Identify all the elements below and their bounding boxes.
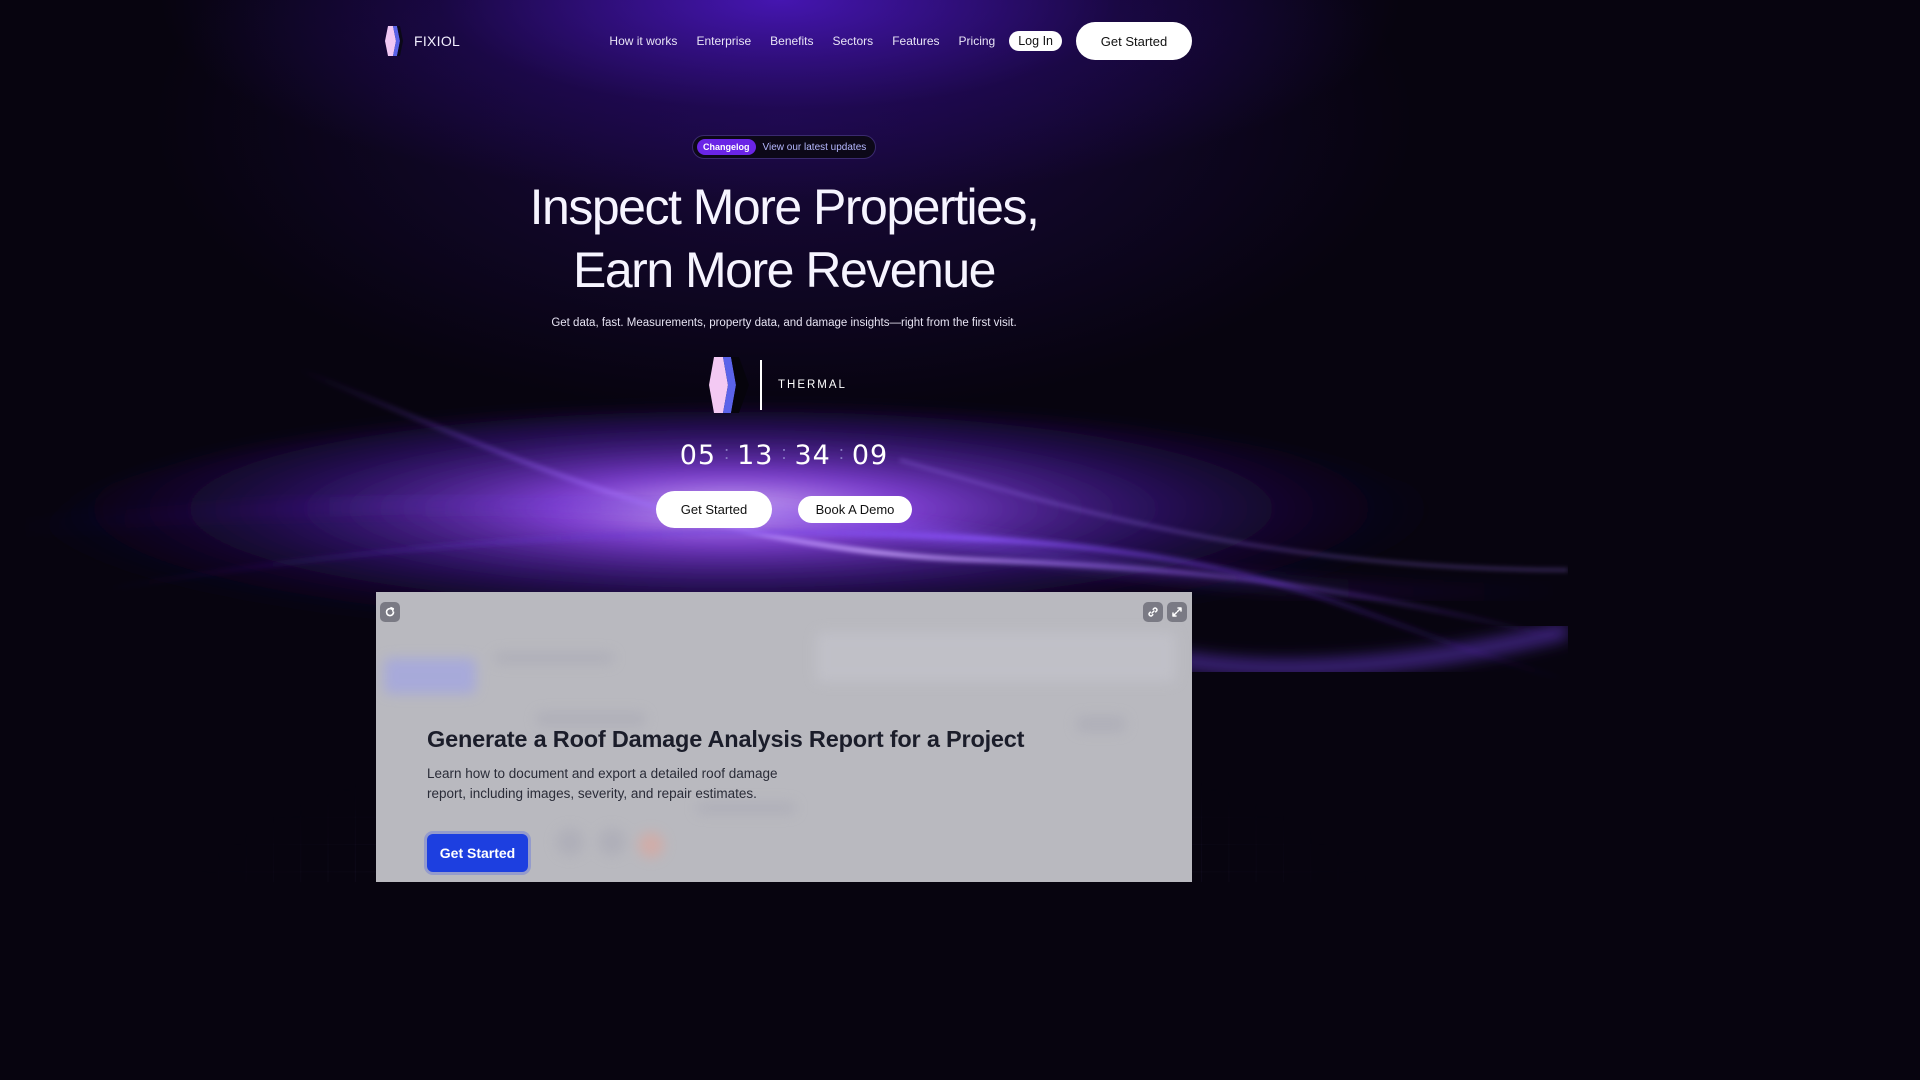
nav-features[interactable]: Features (892, 34, 939, 48)
changelog-badge: Changelog (697, 139, 756, 155)
hero-title: Inspect More Properties, Earn More Reven… (400, 176, 1168, 302)
hero-title-line-2: Earn More Revenue (573, 242, 996, 298)
main-nav: How it works Enterprise Benefits Sectors… (609, 22, 1192, 60)
thermal-label: THERMAL (778, 379, 847, 391)
site-header: FIXIOL How it works Enterprise Benefits … (376, 22, 1192, 60)
landing-page: FIXIOL How it works Enterprise Benefits … (0, 0, 1568, 882)
interactive-demo-panel: Generate a Roof Damage Analysis Report f… (376, 592, 1192, 882)
thermal-product-mark: THERMAL (706, 352, 847, 418)
expand-button[interactable] (1167, 602, 1187, 622)
expand-icon (1172, 607, 1182, 617)
countdown-separator: : (724, 443, 730, 463)
nav-how-it-works[interactable]: How it works (609, 34, 677, 48)
fixiol-logo-icon (385, 26, 403, 56)
demo-description: Learn how to document and export a detai… (427, 766, 778, 801)
thermal-divider (760, 360, 762, 410)
nav-enterprise[interactable]: Enterprise (696, 34, 751, 48)
countdown-timer: 05 : 13 : 34 : 09 (672, 440, 896, 471)
nav-pricing[interactable]: Pricing (959, 34, 996, 48)
hero-get-started-button[interactable]: Get Started (656, 491, 772, 528)
hero-subtitle: Get data, fast. Measurements, property d… (551, 317, 1017, 329)
login-button[interactable]: Log In (1009, 31, 1062, 51)
refresh-icon (385, 606, 395, 617)
header-get-started-button[interactable]: Get Started (1076, 22, 1192, 60)
countdown-separator: : (838, 443, 844, 463)
countdown-seconds: 09 (851, 440, 889, 471)
countdown-hours: 13 (737, 440, 774, 471)
changelog-link[interactable]: View our latest updates (763, 142, 867, 153)
refresh-button[interactable] (380, 602, 400, 622)
changelog-pill[interactable]: Changelog View our latest updates (692, 135, 876, 159)
nav-benefits[interactable]: Benefits (770, 34, 813, 48)
demo-get-started-button[interactable]: Get Started (427, 834, 528, 872)
demo-heading: Generate a Roof Damage Analysis Report f… (427, 726, 1025, 752)
nav-sectors[interactable]: Sectors (833, 34, 874, 48)
hero-title-line-1: Inspect More Properties, (529, 179, 1040, 235)
brand[interactable]: FIXIOL (376, 23, 460, 59)
countdown-minutes: 34 (794, 440, 831, 471)
link-icon (1148, 607, 1158, 617)
copy-link-button[interactable] (1143, 602, 1163, 622)
book-demo-button[interactable]: Book A Demo (798, 496, 912, 523)
brand-name: FIXIOL (414, 33, 461, 49)
countdown-days: 05 (679, 440, 717, 471)
countdown-separator: : (781, 443, 787, 463)
thermal-logo-icon (709, 357, 749, 413)
